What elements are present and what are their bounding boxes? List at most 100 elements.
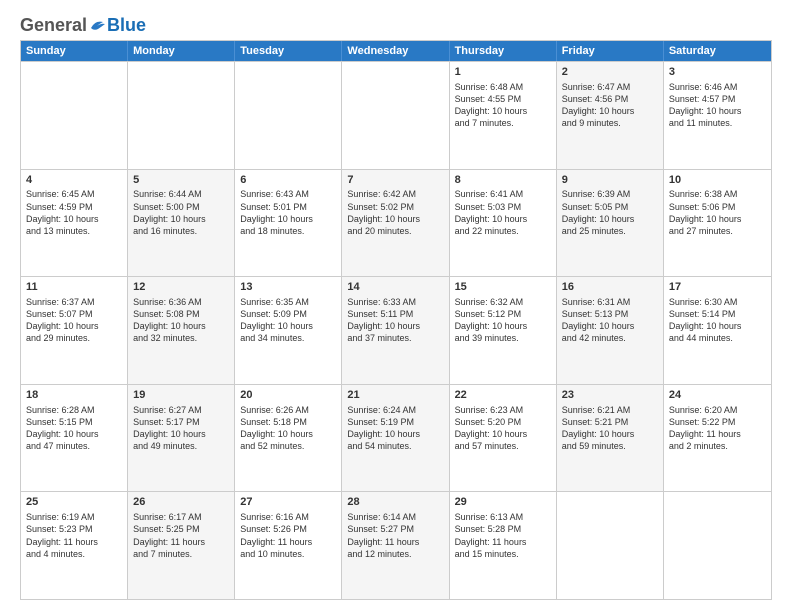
calendar-cell: 14Sunrise: 6:33 AM Sunset: 5:11 PM Dayli… (342, 277, 449, 384)
calendar-cell: 27Sunrise: 6:16 AM Sunset: 5:26 PM Dayli… (235, 492, 342, 599)
calendar-cell: 13Sunrise: 6:35 AM Sunset: 5:09 PM Dayli… (235, 277, 342, 384)
header-day-tuesday: Tuesday (235, 41, 342, 61)
day-info: Sunrise: 6:33 AM Sunset: 5:11 PM Dayligh… (347, 296, 443, 345)
calendar-cell: 21Sunrise: 6:24 AM Sunset: 5:19 PM Dayli… (342, 385, 449, 492)
day-info: Sunrise: 6:37 AM Sunset: 5:07 PM Dayligh… (26, 296, 122, 345)
header-day-friday: Friday (557, 41, 664, 61)
day-info: Sunrise: 6:31 AM Sunset: 5:13 PM Dayligh… (562, 296, 658, 345)
calendar-cell (557, 492, 664, 599)
day-number: 25 (26, 495, 122, 510)
calendar-cell: 26Sunrise: 6:17 AM Sunset: 5:25 PM Dayli… (128, 492, 235, 599)
day-number: 2 (562, 65, 658, 80)
calendar-week-2: 4Sunrise: 6:45 AM Sunset: 4:59 PM Daylig… (21, 169, 771, 277)
day-number: 28 (347, 495, 443, 510)
calendar-cell: 16Sunrise: 6:31 AM Sunset: 5:13 PM Dayli… (557, 277, 664, 384)
day-number: 16 (562, 280, 658, 295)
day-info: Sunrise: 6:32 AM Sunset: 5:12 PM Dayligh… (455, 296, 551, 345)
calendar-cell (21, 62, 128, 169)
logo-blue-text: Blue (107, 16, 146, 34)
calendar-cell (235, 62, 342, 169)
header-day-saturday: Saturday (664, 41, 771, 61)
calendar-cell: 25Sunrise: 6:19 AM Sunset: 5:23 PM Dayli… (21, 492, 128, 599)
day-info: Sunrise: 6:24 AM Sunset: 5:19 PM Dayligh… (347, 404, 443, 453)
calendar-cell: 8Sunrise: 6:41 AM Sunset: 5:03 PM Daylig… (450, 170, 557, 277)
day-info: Sunrise: 6:44 AM Sunset: 5:00 PM Dayligh… (133, 188, 229, 237)
day-number: 24 (669, 388, 766, 403)
day-info: Sunrise: 6:47 AM Sunset: 4:56 PM Dayligh… (562, 81, 658, 130)
calendar-body: 1Sunrise: 6:48 AM Sunset: 4:55 PM Daylig… (21, 61, 771, 599)
day-number: 9 (562, 173, 658, 188)
day-number: 12 (133, 280, 229, 295)
day-number: 4 (26, 173, 122, 188)
day-info: Sunrise: 6:46 AM Sunset: 4:57 PM Dayligh… (669, 81, 766, 130)
day-info: Sunrise: 6:38 AM Sunset: 5:06 PM Dayligh… (669, 188, 766, 237)
calendar-week-1: 1Sunrise: 6:48 AM Sunset: 4:55 PM Daylig… (21, 61, 771, 169)
calendar-header: SundayMondayTuesdayWednesdayThursdayFrid… (21, 41, 771, 61)
day-number: 21 (347, 388, 443, 403)
logo: General Blue (20, 16, 146, 34)
day-info: Sunrise: 6:41 AM Sunset: 5:03 PM Dayligh… (455, 188, 551, 237)
calendar-cell: 15Sunrise: 6:32 AM Sunset: 5:12 PM Dayli… (450, 277, 557, 384)
calendar-cell (128, 62, 235, 169)
day-info: Sunrise: 6:48 AM Sunset: 4:55 PM Dayligh… (455, 81, 551, 130)
day-number: 3 (669, 65, 766, 80)
day-info: Sunrise: 6:19 AM Sunset: 5:23 PM Dayligh… (26, 511, 122, 560)
day-number: 22 (455, 388, 551, 403)
day-info: Sunrise: 6:42 AM Sunset: 5:02 PM Dayligh… (347, 188, 443, 237)
calendar-cell: 1Sunrise: 6:48 AM Sunset: 4:55 PM Daylig… (450, 62, 557, 169)
day-number: 6 (240, 173, 336, 188)
day-info: Sunrise: 6:21 AM Sunset: 5:21 PM Dayligh… (562, 404, 658, 453)
day-info: Sunrise: 6:27 AM Sunset: 5:17 PM Dayligh… (133, 404, 229, 453)
day-number: 27 (240, 495, 336, 510)
calendar: SundayMondayTuesdayWednesdayThursdayFrid… (20, 40, 772, 600)
logo-bird-icon (89, 18, 107, 32)
day-number: 19 (133, 388, 229, 403)
calendar-cell: 11Sunrise: 6:37 AM Sunset: 5:07 PM Dayli… (21, 277, 128, 384)
day-number: 29 (455, 495, 551, 510)
calendar-cell: 7Sunrise: 6:42 AM Sunset: 5:02 PM Daylig… (342, 170, 449, 277)
calendar-cell: 29Sunrise: 6:13 AM Sunset: 5:28 PM Dayli… (450, 492, 557, 599)
calendar-cell: 28Sunrise: 6:14 AM Sunset: 5:27 PM Dayli… (342, 492, 449, 599)
day-info: Sunrise: 6:23 AM Sunset: 5:20 PM Dayligh… (455, 404, 551, 453)
calendar-cell: 12Sunrise: 6:36 AM Sunset: 5:08 PM Dayli… (128, 277, 235, 384)
day-number: 7 (347, 173, 443, 188)
day-number: 17 (669, 280, 766, 295)
calendar-cell: 6Sunrise: 6:43 AM Sunset: 5:01 PM Daylig… (235, 170, 342, 277)
day-number: 8 (455, 173, 551, 188)
day-info: Sunrise: 6:35 AM Sunset: 5:09 PM Dayligh… (240, 296, 336, 345)
calendar-week-3: 11Sunrise: 6:37 AM Sunset: 5:07 PM Dayli… (21, 276, 771, 384)
day-number: 11 (26, 280, 122, 295)
day-number: 23 (562, 388, 658, 403)
day-info: Sunrise: 6:14 AM Sunset: 5:27 PM Dayligh… (347, 511, 443, 560)
calendar-cell: 2Sunrise: 6:47 AM Sunset: 4:56 PM Daylig… (557, 62, 664, 169)
day-number: 26 (133, 495, 229, 510)
day-info: Sunrise: 6:13 AM Sunset: 5:28 PM Dayligh… (455, 511, 551, 560)
calendar-week-4: 18Sunrise: 6:28 AM Sunset: 5:15 PM Dayli… (21, 384, 771, 492)
day-number: 15 (455, 280, 551, 295)
header-day-monday: Monday (128, 41, 235, 61)
calendar-cell: 3Sunrise: 6:46 AM Sunset: 4:57 PM Daylig… (664, 62, 771, 169)
header-day-sunday: Sunday (21, 41, 128, 61)
logo-general-text: General (20, 16, 87, 34)
calendar-week-5: 25Sunrise: 6:19 AM Sunset: 5:23 PM Dayli… (21, 491, 771, 599)
calendar-cell: 18Sunrise: 6:28 AM Sunset: 5:15 PM Dayli… (21, 385, 128, 492)
day-number: 13 (240, 280, 336, 295)
calendar-cell (342, 62, 449, 169)
header-day-wednesday: Wednesday (342, 41, 449, 61)
day-number: 10 (669, 173, 766, 188)
calendar-cell: 24Sunrise: 6:20 AM Sunset: 5:22 PM Dayli… (664, 385, 771, 492)
day-info: Sunrise: 6:28 AM Sunset: 5:15 PM Dayligh… (26, 404, 122, 453)
calendar-cell (664, 492, 771, 599)
day-info: Sunrise: 6:36 AM Sunset: 5:08 PM Dayligh… (133, 296, 229, 345)
day-number: 20 (240, 388, 336, 403)
day-info: Sunrise: 6:45 AM Sunset: 4:59 PM Dayligh… (26, 188, 122, 237)
calendar-cell: 5Sunrise: 6:44 AM Sunset: 5:00 PM Daylig… (128, 170, 235, 277)
day-info: Sunrise: 6:16 AM Sunset: 5:26 PM Dayligh… (240, 511, 336, 560)
calendar-cell: 17Sunrise: 6:30 AM Sunset: 5:14 PM Dayli… (664, 277, 771, 384)
calendar-cell: 19Sunrise: 6:27 AM Sunset: 5:17 PM Dayli… (128, 385, 235, 492)
day-info: Sunrise: 6:26 AM Sunset: 5:18 PM Dayligh… (240, 404, 336, 453)
calendar-cell: 20Sunrise: 6:26 AM Sunset: 5:18 PM Dayli… (235, 385, 342, 492)
day-info: Sunrise: 6:17 AM Sunset: 5:25 PM Dayligh… (133, 511, 229, 560)
day-info: Sunrise: 6:39 AM Sunset: 5:05 PM Dayligh… (562, 188, 658, 237)
calendar-cell: 9Sunrise: 6:39 AM Sunset: 5:05 PM Daylig… (557, 170, 664, 277)
